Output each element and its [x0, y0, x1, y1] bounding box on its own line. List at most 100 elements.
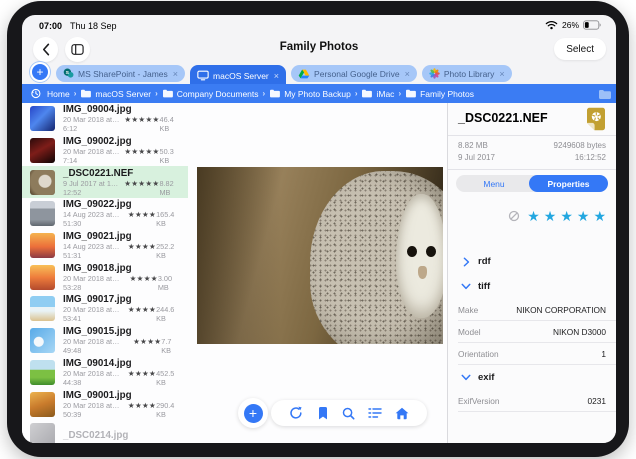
add-button[interactable]: + [238, 398, 268, 428]
file-thumbnail [30, 170, 55, 195]
file-name: _DSC0214.jpg [63, 430, 181, 441]
tab-ms-sharepoint-james[interactable]: S MS SharePoint - James × [56, 65, 185, 82]
breadcrumb: Home›macOS Server›Company Documents›My P… [22, 84, 616, 103]
select-items-button[interactable] [366, 404, 384, 422]
file-bytes: 9249608 bytes [554, 140, 607, 152]
file-row--dsc0221-nef[interactable]: _DSC0221.NEF9 Jul 2017 at 1…12:52★★★★★8.… [22, 166, 188, 198]
file-row-img-09018-jpg[interactable]: IMG_09018.jpg20 Mar 2018 at…53:28★★★★3.0… [22, 261, 188, 293]
file-size: 50.3 KB [160, 147, 181, 165]
file-row-img-09022-jpg[interactable]: IMG_09022.jpg14 Aug 2023 at…51:30★★★★165… [22, 198, 188, 230]
bookmark-button[interactable] [314, 404, 332, 422]
file-row-img-09015-jpg[interactable]: IMG_09015.jpg20 Mar 2018 at…49:48★★★★7.7… [22, 325, 188, 357]
close-tab-icon[interactable]: × [173, 69, 178, 79]
file-name: IMG_09002.jpg [63, 136, 181, 147]
file-size: 3.00 MB [158, 274, 181, 292]
tab-label: MS SharePoint - James [78, 69, 168, 79]
rating-control: ★★★★★ [508, 209, 606, 223]
file-stars: ★★★★ [128, 305, 156, 314]
file-text: IMG_09022.jpg14 Aug 2023 at…51:30★★★★165… [63, 199, 181, 228]
rating-star[interactable]: ★ [527, 209, 540, 223]
details-panel: _DSC0221.NEF 8.82 MB9249608 bytes [447, 103, 616, 443]
breadcrumb-separator: › [155, 89, 158, 98]
refresh-button[interactable] [287, 404, 305, 422]
file-info: 8.82 MB9249608 bytes 9 Jul 201716:12:52 [458, 140, 606, 164]
file-stars: ★★★★ [128, 242, 156, 251]
page-title: Family Photos [22, 41, 616, 53]
close-tab-icon[interactable]: × [405, 69, 410, 79]
status-date: Thu 18 Sep [70, 21, 117, 31]
file-date: 20 Mar 2018 at…49:48 [63, 337, 130, 355]
breadcrumb-folder-badge-icon[interactable] [598, 87, 611, 105]
file-row-img-09021-jpg[interactable]: IMG_09021.jpg14 Aug 2023 at…51:31★★★★252… [22, 230, 188, 262]
breadcrumb-label: Home [47, 89, 70, 99]
file-row-img-09004-jpg[interactable]: IMG_09004.jpg20 Mar 2018 at…6:12★★★★★46.… [22, 103, 188, 135]
search-button[interactable] [340, 404, 358, 422]
history-icon[interactable] [30, 88, 41, 99]
refresh-icon [289, 406, 303, 420]
status-time: 07:00 [39, 21, 62, 31]
close-tab-icon[interactable]: × [499, 69, 504, 79]
breadcrumb-label: macOS Server [95, 89, 151, 99]
section-header-tiff[interactable]: tiff [448, 274, 616, 299]
file-row-img-09001-jpg[interactable]: IMG_09001.jpg20 Mar 2018 at…50:39★★★★290… [22, 388, 188, 420]
breadcrumb-separator: › [263, 89, 266, 98]
file-size: 8.82 MB [458, 141, 488, 150]
status-bar: 07:00 Thu 18 Sep 26% [22, 20, 616, 34]
property-value: 1 [601, 349, 606, 359]
tab-macos-server[interactable]: macOS Server × [190, 65, 286, 86]
tab-menu[interactable]: Menu [456, 175, 532, 192]
clear-rating-icon[interactable] [508, 210, 520, 222]
battery-icon [583, 20, 602, 30]
file-size: 46.4 KB [160, 115, 181, 133]
breadcrumb-item[interactable]: macOS Server [80, 89, 151, 99]
select-button[interactable]: Select [554, 38, 606, 60]
metadata-sections: rdftiffMakeNIKON CORPORATIONModelNIKON D… [448, 249, 616, 412]
file-row--dsc0214-jpg[interactable]: _DSC0214.jpg [22, 420, 188, 443]
preview-image-owl[interactable] [197, 167, 443, 344]
file-text: IMG_09018.jpg20 Mar 2018 at…53:28★★★★3.0… [63, 263, 181, 292]
breadcrumb-separator: › [74, 89, 77, 98]
bookmark-icon [318, 407, 328, 420]
menu-properties-segmented-control: Menu Properties [456, 175, 608, 192]
close-tab-icon[interactable]: × [274, 71, 279, 81]
rating-star[interactable]: ★ [544, 209, 557, 223]
tab-label: Photo Library [444, 69, 495, 79]
breadcrumb-item[interactable]: Home [47, 89, 70, 99]
new-tab-button[interactable]: + [32, 64, 48, 80]
chevron-down-icon [461, 283, 471, 290]
breadcrumb-item[interactable]: iMac [361, 89, 394, 99]
bottom-toolbar [271, 400, 427, 426]
tab-photo-library[interactable]: Photo Library × [422, 65, 512, 82]
home-button[interactable] [393, 404, 411, 422]
tab-personal-google-drive[interactable]: Personal Google Drive× [291, 65, 417, 82]
rating-star[interactable]: ★ [577, 209, 590, 223]
file-date: 9 Jul 2017 [458, 153, 495, 162]
file-row-img-09014-jpg[interactable]: IMG_09014.jpg20 Mar 2018 at…44:38★★★★452… [22, 357, 188, 389]
file-row-img-09017-jpg[interactable]: IMG_09017.jpg20 Mar 2018 at…53:41★★★★244… [22, 293, 188, 325]
rating-star[interactable]: ★ [593, 209, 606, 223]
file-text: IMG_09001.jpg20 Mar 2018 at…50:39★★★★290… [63, 390, 181, 419]
file-text: IMG_09004.jpg20 Mar 2018 at…6:12★★★★★46.… [63, 104, 181, 133]
file-thumbnail [30, 106, 55, 131]
tablet-bezel: 07:00 Thu 18 Sep 26% [7, 1, 629, 457]
tab-label: macOS Server [213, 71, 269, 81]
tab-properties[interactable]: Properties [529, 175, 608, 192]
file-text: IMG_09014.jpg20 Mar 2018 at…44:38★★★★452… [63, 358, 181, 387]
file-date: 14 Aug 2023 at…51:30 [63, 210, 125, 228]
file-row-img-09002-jpg[interactable]: IMG_09002.jpg20 Mar 2018 at…7:14★★★★★50.… [22, 135, 188, 167]
google-drive-icon [298, 69, 310, 79]
divider [448, 169, 616, 170]
sharepoint-icon: S [63, 68, 74, 79]
breadcrumb-item[interactable]: Family Photos [405, 89, 474, 99]
property-row-model: ModelNIKON D3000 [458, 321, 616, 343]
rating-star[interactable]: ★ [560, 209, 573, 223]
section-header-exif[interactable]: exif [448, 365, 616, 390]
section-header-rdf[interactable]: rdf [448, 249, 616, 274]
file-thumbnail [30, 392, 55, 417]
home-icon [395, 407, 409, 420]
file-thumbnail [30, 360, 55, 385]
breadcrumb-item[interactable]: Company Documents [162, 89, 259, 99]
file-list: IMG_09004.jpg20 Mar 2018 at…6:12★★★★★46.… [22, 103, 188, 443]
breadcrumb-item[interactable]: My Photo Backup [269, 89, 351, 99]
owl-eye [426, 246, 436, 257]
